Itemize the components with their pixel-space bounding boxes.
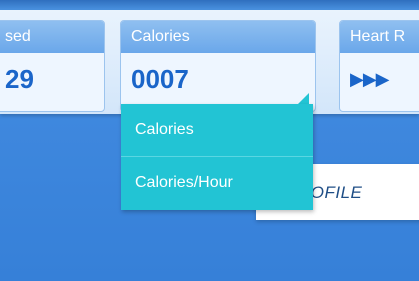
dropdown-option-calories-per-hour[interactable]: Calories/Hour [121,157,313,209]
stats-bar: sed 29 Calories 0007 Heart R ▶▶▶ [0,10,419,114]
stat-tile-elapsed-title: sed [0,21,104,53]
stat-tile-calories-value: 0007 [131,64,189,94]
stat-tile-calories[interactable]: Calories 0007 [120,20,316,112]
heart-rate-arrows-icon: ▶▶▶ [350,69,390,89]
top-status-shade [0,0,419,10]
calories-dropdown-menu: Calories Calories/Hour [121,104,313,210]
stat-tile-calories-title: Calories [121,21,315,53]
stat-tile-elapsed[interactable]: sed 29 [0,20,105,112]
stat-tile-heart-rate[interactable]: Heart R ▶▶▶ [339,20,419,112]
stat-tile-elapsed-value: 29 [5,64,34,94]
stat-tile-heart-rate-title: Heart R [340,21,419,53]
dropdown-option-calories[interactable]: Calories [121,104,313,156]
